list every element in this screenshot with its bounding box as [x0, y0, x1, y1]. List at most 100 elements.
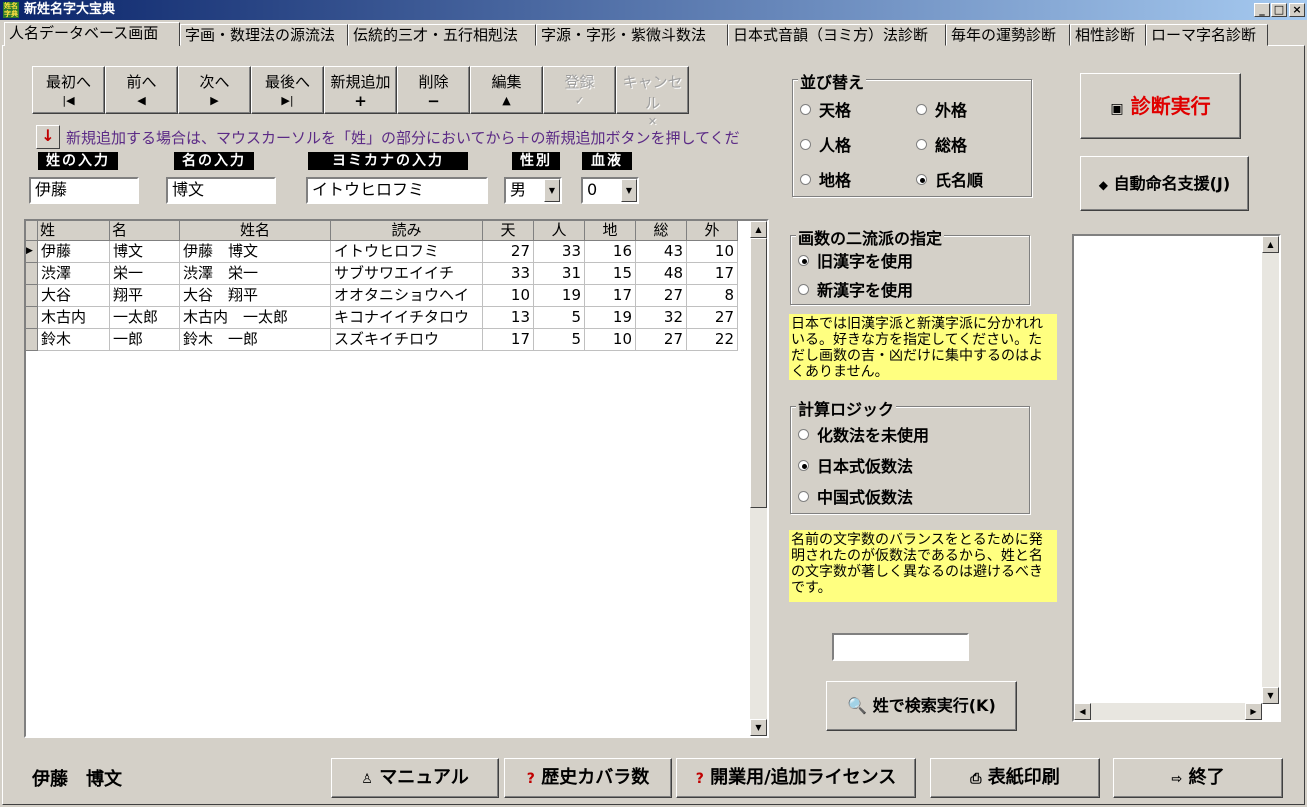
- header-ten[interactable]: 天: [483, 221, 534, 241]
- sort-option-tenkaku[interactable]: 天格: [800, 97, 851, 121]
- scroll-right-icon[interactable]: ▶: [1245, 703, 1262, 720]
- row-selector[interactable]: [26, 307, 38, 329]
- tab-jigen-shibi[interactable]: 字源・字形・紫微斗数法: [536, 24, 728, 46]
- tab-stroke-origin[interactable]: 字画・数理法の源流法: [180, 24, 348, 46]
- row-selector[interactable]: [26, 329, 38, 351]
- next-record-button[interactable]: 次へ ▶: [178, 66, 251, 114]
- cell-jin[interactable]: 5: [534, 307, 585, 329]
- header-gai[interactable]: 外: [687, 221, 738, 241]
- row-selector[interactable]: [26, 285, 38, 307]
- cell-fullname[interactable]: 渋澤 栄一: [180, 263, 331, 285]
- listbox-horizontal-scrollbar[interactable]: ◀ ▶: [1074, 703, 1262, 720]
- logic-option-none[interactable]: 化数法を未使用: [798, 422, 929, 446]
- tab-compatibility[interactable]: 相性診断: [1070, 24, 1146, 46]
- cell-gai[interactable]: 17: [687, 263, 738, 285]
- header-fullname[interactable]: 姓名: [180, 221, 331, 241]
- surname-input[interactable]: 伊藤: [29, 177, 139, 204]
- cell-fullname[interactable]: 鈴木 一郎: [180, 329, 331, 351]
- cell-fullname[interactable]: 木古内 一太郎: [180, 307, 331, 329]
- cell-jin[interactable]: 31: [534, 263, 585, 285]
- cell-chi[interactable]: 10: [585, 329, 636, 351]
- prev-record-button[interactable]: 前へ ◀: [105, 66, 178, 114]
- cell-reading[interactable]: オオタニショウヘイ: [331, 285, 483, 307]
- header-reading[interactable]: 読み: [331, 221, 483, 241]
- arrow-down-icon[interactable]: ↓: [36, 125, 60, 149]
- license-button[interactable]: ? 開業用/追加ライセンス: [676, 758, 916, 798]
- add-record-button[interactable]: 新規追加 +: [324, 66, 397, 114]
- surname-search-input[interactable]: [832, 633, 969, 661]
- sort-option-gaikaku[interactable]: 外格: [916, 97, 967, 121]
- cell-given[interactable]: 一太郎: [110, 307, 180, 329]
- cell-reading[interactable]: イトウヒロフミ: [331, 241, 483, 263]
- cell-ten[interactable]: 17: [483, 329, 534, 351]
- tab-romaji[interactable]: ローマ字名診断: [1146, 24, 1268, 46]
- minimize-button[interactable]: _: [1254, 3, 1270, 17]
- grid-vertical-scrollbar[interactable]: ▲ ▼: [750, 221, 767, 736]
- auto-naming-button[interactable]: ◆ 自動命名支援(J): [1080, 156, 1249, 211]
- search-surname-button[interactable]: 🔍 姓で検索実行(K): [826, 681, 1017, 731]
- manual-button[interactable]: ♙ マニュアル: [331, 758, 499, 798]
- cell-gai[interactable]: 22: [687, 329, 738, 351]
- blood-select[interactable]: 0 ▼: [581, 177, 639, 204]
- scroll-left-icon[interactable]: ◀: [1074, 703, 1091, 720]
- name-grid[interactable]: 姓 名 姓名 読み 天 人 地 総 外 ▶ 伊藤 博文 伊藤 博文 イトウヒロフ…: [24, 219, 769, 738]
- register-button[interactable]: 登録 ✓: [543, 66, 616, 114]
- cell-fullname[interactable]: 大谷 翔平: [180, 285, 331, 307]
- tab-yearly-fortune[interactable]: 毎年の運勢診断: [946, 24, 1070, 46]
- sort-option-jinkaku[interactable]: 人格: [800, 132, 851, 156]
- sort-option-chikaku[interactable]: 地格: [800, 167, 851, 191]
- stroke-option-old-kanji[interactable]: 旧漢字を使用: [798, 248, 913, 272]
- cell-so[interactable]: 27: [636, 329, 687, 351]
- edit-record-button[interactable]: 編集 ▲: [470, 66, 543, 114]
- scroll-thumb[interactable]: [750, 238, 767, 508]
- header-jin[interactable]: 人: [534, 221, 585, 241]
- cell-gai[interactable]: 27: [687, 307, 738, 329]
- tab-sansai-gogyo[interactable]: 伝統的三才・五行相剋法: [348, 24, 536, 46]
- cell-ten[interactable]: 27: [483, 241, 534, 263]
- header-chi[interactable]: 地: [585, 221, 636, 241]
- diagnose-button[interactable]: ▣ 診断実行: [1080, 73, 1241, 139]
- sort-option-sokaku[interactable]: 総格: [916, 132, 967, 156]
- cell-so[interactable]: 43: [636, 241, 687, 263]
- cell-gai[interactable]: 8: [687, 285, 738, 307]
- cell-reading[interactable]: キコナイイチタロウ: [331, 307, 483, 329]
- cell-chi[interactable]: 19: [585, 307, 636, 329]
- cell-reading[interactable]: スズキイチロウ: [331, 329, 483, 351]
- print-cover-button[interactable]: ⎙ 表紙印刷: [930, 758, 1100, 798]
- cell-surname[interactable]: 渋澤: [38, 263, 110, 285]
- chevron-down-icon[interactable]: ▼: [621, 179, 637, 202]
- scroll-down-icon[interactable]: ▼: [750, 719, 767, 736]
- cell-chi[interactable]: 17: [585, 285, 636, 307]
- sort-option-name-order[interactable]: 氏名順: [916, 167, 983, 191]
- last-record-button[interactable]: 最後へ ▶|: [251, 66, 324, 114]
- cancel-button[interactable]: キャンセル ✕: [616, 66, 689, 128]
- result-listbox[interactable]: ▲ ▼ ◀ ▶: [1072, 234, 1281, 722]
- scroll-up-icon[interactable]: ▲: [750, 221, 767, 238]
- cell-jin[interactable]: 19: [534, 285, 585, 307]
- cell-surname[interactable]: 伊藤: [38, 241, 110, 263]
- header-so[interactable]: 総: [636, 221, 687, 241]
- cell-surname[interactable]: 大谷: [38, 285, 110, 307]
- delete-record-button[interactable]: 削除 −: [397, 66, 470, 114]
- cell-ten[interactable]: 10: [483, 285, 534, 307]
- cell-gai[interactable]: 10: [687, 241, 738, 263]
- row-selector-current[interactable]: ▶: [26, 241, 38, 263]
- stroke-option-new-kanji[interactable]: 新漢字を使用: [798, 277, 913, 301]
- logic-option-japanese[interactable]: 日本式仮数法: [798, 453, 913, 477]
- cell-given[interactable]: 翔平: [110, 285, 180, 307]
- cell-reading[interactable]: サブサワエイイチ: [331, 263, 483, 285]
- cell-ten[interactable]: 13: [483, 307, 534, 329]
- scroll-up-icon[interactable]: ▲: [1262, 236, 1279, 253]
- first-record-button[interactable]: 最初へ |◀: [32, 66, 105, 114]
- tab-onin[interactable]: 日本式音韻（ヨミ方）法診断: [728, 24, 946, 46]
- tab-name-database[interactable]: 人名データベース画面: [4, 22, 180, 46]
- cell-so[interactable]: 48: [636, 263, 687, 285]
- cell-given[interactable]: 栄一: [110, 263, 180, 285]
- cell-surname[interactable]: 木古内: [38, 307, 110, 329]
- listbox-vertical-scrollbar[interactable]: ▲ ▼: [1262, 236, 1279, 704]
- row-selector[interactable]: [26, 263, 38, 285]
- cell-chi[interactable]: 16: [585, 241, 636, 263]
- cell-jin[interactable]: 5: [534, 329, 585, 351]
- cell-chi[interactable]: 15: [585, 263, 636, 285]
- cell-jin[interactable]: 33: [534, 241, 585, 263]
